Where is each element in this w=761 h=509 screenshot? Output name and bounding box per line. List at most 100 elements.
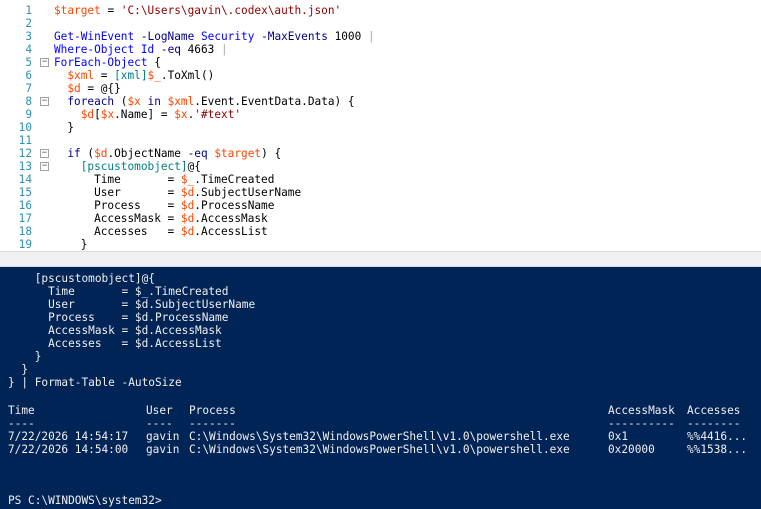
code-text[interactable]: $xml = [xml]$_.ToXml(): [54, 69, 214, 82]
code-token: [xml]: [114, 69, 148, 82]
pane-splitter[interactable]: [0, 251, 761, 267]
code-token: [pscustomobject]: [80, 160, 188, 173]
table-header-cell: AccessMask: [608, 404, 675, 417]
table-cell: gavin: [146, 443, 180, 456]
table-cell: C:\Windows\System32\WindowsPowerShell\v1…: [189, 430, 570, 443]
code-token: -MaxEvents: [261, 30, 328, 43]
code-token: .ObjectName: [107, 147, 188, 160]
code-text[interactable]: Get-WinEvent -LogName Security -MaxEvent…: [54, 30, 375, 43]
code-token: $_: [180, 173, 195, 186]
code-token: (: [114, 95, 128, 108]
code-token: .ProcessName: [194, 199, 275, 212]
code-token: Id: [140, 43, 155, 56]
code-token: $x: [174, 108, 188, 121]
code-text[interactable]: Process = $d.ProcessName: [54, 199, 274, 212]
code-token: $target: [214, 147, 262, 160]
code-token: .AccessList: [194, 225, 268, 238]
console-echo-line: Accesses = $d.AccessList: [8, 337, 222, 350]
line-number: 16: [18, 199, 32, 212]
code-text[interactable]: }: [54, 121, 74, 134]
code-token: $d: [180, 186, 195, 199]
code-token: Security: [200, 30, 255, 43]
console-echo-line: User = $d.SubjectUserName: [8, 298, 256, 311]
console-echo-line: }: [8, 363, 29, 376]
code-text[interactable]: $d[$x.Name] = $x.'#text': [54, 108, 241, 121]
code-text[interactable]: [pscustomobject]@{: [54, 160, 201, 173]
console-pane[interactable]: [pscustomobject]@{ Time = $_.TimeCreated…: [0, 267, 761, 509]
code-token: 1000: [327, 30, 368, 43]
code-text[interactable]: if ($d.ObjectName -eq $target) {: [54, 147, 281, 160]
collapse-toggle-icon[interactable]: −: [40, 97, 49, 106]
code-text[interactable]: foreach ($x in $xml.Event.EventData.Data…: [54, 95, 354, 108]
console-prompt[interactable]: PS C:\WINDOWS\system32>: [8, 494, 162, 507]
code-token: .TimeCreated: [194, 173, 275, 186]
code-text[interactable]: $target = 'C:\Users\gavin\.codex\auth.js…: [54, 4, 341, 17]
table-header-underline: --------: [687, 417, 741, 430]
code-token: $d: [67, 82, 81, 95]
code-text[interactable]: $d = @{}: [54, 82, 121, 95]
table-cell: C:\Windows\System32\WindowsPowerShell\v1…: [189, 443, 570, 456]
code-token: $xml: [67, 69, 95, 82]
code-token: $d: [80, 108, 95, 121]
line-number: 9: [25, 108, 32, 121]
code-token: .ToXml(): [160, 69, 215, 82]
code-token: [: [94, 108, 101, 121]
code-token: 4663: [180, 43, 222, 56]
code-text[interactable]: AccessMask = $d.AccessMask: [54, 212, 268, 225]
code-token: ) {: [261, 147, 282, 160]
collapse-toggle-icon[interactable]: −: [40, 149, 49, 158]
code-token: Time =: [94, 173, 181, 186]
line-number: 19: [18, 238, 32, 251]
code-token: User =: [94, 186, 181, 199]
code-token: $d: [180, 199, 195, 212]
code-token: $target: [54, 4, 101, 17]
table-header-underline: -------: [189, 417, 236, 430]
code-token: =: [100, 4, 121, 17]
collapse-toggle-icon[interactable]: −: [40, 162, 49, 171]
collapse-toggle-icon[interactable]: −: [40, 58, 49, 67]
line-number: 7: [25, 82, 32, 95]
code-token: (: [80, 147, 95, 160]
code-token: .AccessMask: [194, 212, 268, 225]
code-text[interactable]: ForEach-Object {: [54, 56, 161, 69]
code-token: -LogName: [140, 30, 195, 43]
code-text[interactable]: Where-Object Id -eq 4663 |: [54, 43, 228, 56]
code-text[interactable]: User = $d.SubjectUserName: [54, 186, 301, 199]
code-text[interactable]: Time = $_.TimeCreated: [54, 173, 274, 186]
table-header-cell: Accesses: [687, 404, 741, 417]
code-token: =: [94, 69, 115, 82]
line-number: 14: [18, 173, 32, 186]
console-echo-line: } | Format-Table -AutoSize: [8, 376, 182, 389]
line-number: 17: [18, 212, 32, 225]
code-token: AccessMask =: [94, 212, 181, 225]
code-token: Accesses =: [94, 225, 181, 238]
line-number: 8: [25, 95, 32, 108]
script-editor-pane[interactable]: 1 $target = 'C:\Users\gavin\.codex\auth.j…: [0, 0, 761, 251]
code-text[interactable]: }: [54, 238, 88, 251]
table-header-cell: Time: [8, 404, 35, 417]
console-echo-line: Time = $_.TimeCreated: [8, 285, 229, 298]
table-header-cell: User: [146, 404, 173, 417]
console-echo-line: Process = $d.ProcessName: [8, 311, 229, 324]
code-token: = @{}: [80, 82, 121, 95]
code-token: foreach: [67, 95, 115, 108]
line-number: 10: [18, 121, 32, 134]
code-text[interactable]: Accesses = $d.AccessList: [54, 225, 268, 238]
code-token: Where-Object: [54, 43, 135, 56]
code-token: $x: [127, 95, 141, 108]
table-cell: 7/22/2026 14:54:00: [8, 443, 129, 456]
code-token: @{: [187, 160, 201, 173]
code-token: $d: [180, 225, 195, 238]
